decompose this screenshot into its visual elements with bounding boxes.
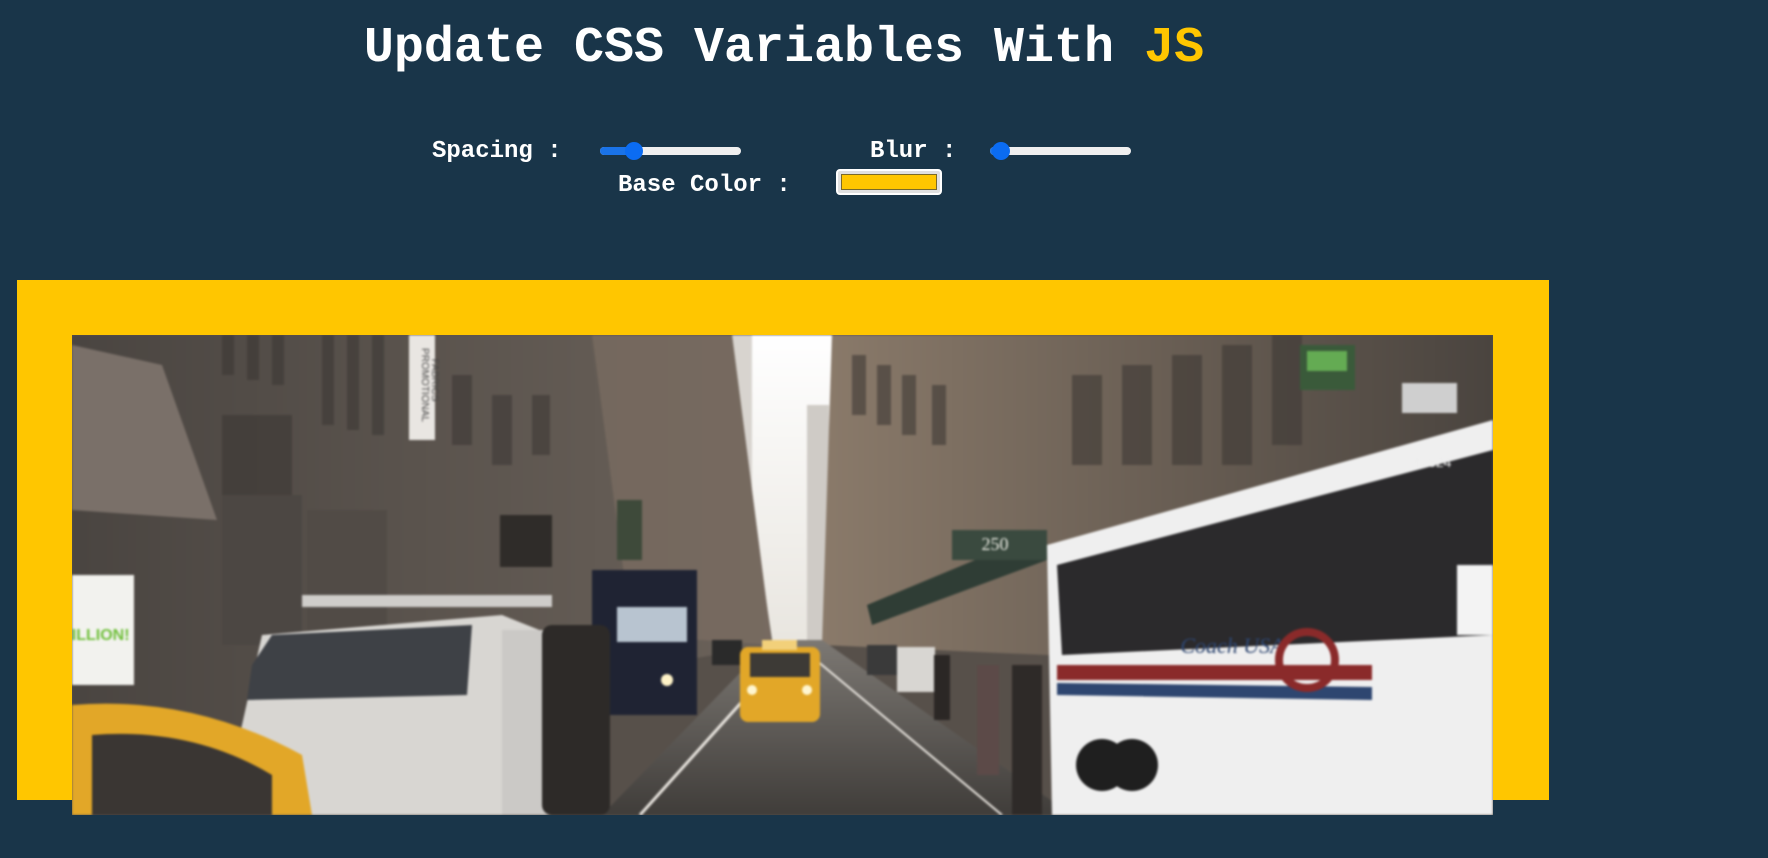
blur-label: Blur : (870, 138, 957, 165)
page-title: Update CSS Variables With JS (0, 16, 1568, 82)
promotional-sign-text: PROMOTIONAL (419, 348, 430, 422)
spacing-slider-thumb[interactable] (624, 142, 643, 160)
blur-slider-thumb[interactable] (992, 142, 1011, 160)
spacing-slider[interactable] (600, 142, 741, 160)
city-street-photo: PROMOTIONAL FABRICS 250 ILLION! Coach US… (72, 335, 1493, 815)
fabrics-sign-text: FABRICS (429, 359, 440, 402)
image-frame: PROMOTIONAL FABRICS 250 ILLION! Coach US… (17, 280, 1549, 815)
spacing-label: Spacing : (432, 138, 562, 165)
bus-number-text: 47824 (1413, 454, 1452, 470)
blur-slider[interactable] (990, 142, 1131, 160)
title-main-text: Update CSS Variables With (363, 20, 1145, 77)
taxi-sign-text: MILLION! (72, 627, 130, 644)
building-number-sign: 250 (982, 534, 1009, 554)
title-highlight-text: JS (1144, 20, 1205, 77)
base-color-picker[interactable] (836, 169, 942, 195)
bus-brand-text: Coach USA (1180, 633, 1284, 658)
base-color-label: Base Color : (618, 172, 791, 199)
base-color-swatch (841, 174, 937, 190)
